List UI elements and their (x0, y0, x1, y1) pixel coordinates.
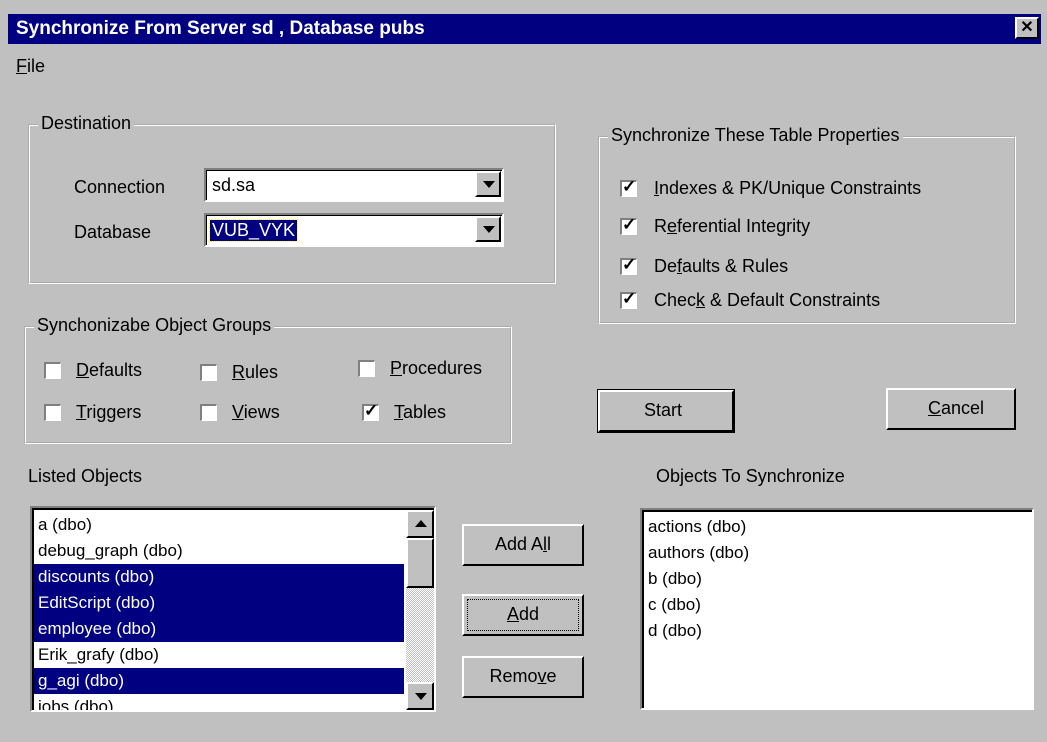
remove-button[interactable]: Remove (462, 656, 584, 698)
connection-combo[interactable]: sd.sa (204, 168, 504, 202)
list-item[interactable]: debug_graph (dbo) (34, 538, 404, 564)
close-button[interactable]: ✕ (1015, 17, 1039, 39)
list-item[interactable]: Erik_grafy (dbo) (34, 642, 404, 668)
list-item[interactable]: actions (dbo) (644, 514, 1032, 540)
list-item[interactable]: d (dbo) (644, 618, 1032, 644)
window-title: Synchronize From Server sd , Database pu… (16, 18, 425, 39)
chevron-down-icon (483, 181, 495, 188)
arrow-down-icon (415, 693, 427, 700)
table-properties-group: Synchronize These Table Properties ✓ Ind… (598, 125, 1016, 324)
add-all-button[interactable]: Add All (462, 524, 584, 566)
scroll-thumb[interactable] (406, 538, 434, 588)
list-item[interactable]: EditScript (dbo) (34, 590, 404, 616)
connection-value: sd.sa (212, 175, 256, 195)
group-rules-checkbox[interactable] (200, 364, 217, 381)
object-groups-label: Synchonizabe Object Groups (34, 315, 275, 336)
prop-indexes-checkbox[interactable]: ✓ (620, 177, 637, 197)
list-item[interactable]: a (dbo) (34, 512, 404, 538)
menu-bar: File (16, 56, 45, 82)
destination-label: Destination (38, 113, 135, 134)
listed-objects-listbox[interactable]: a (dbo) debug_graph (dbo) discounts (dbo… (30, 506, 436, 712)
check-icon: ✓ (622, 215, 637, 234)
arrow-up-icon (415, 520, 427, 527)
objects-to-sync-label: Objects To Synchronize (656, 466, 845, 486)
list-item[interactable]: discounts (dbo) (34, 564, 404, 590)
scroll-down-button[interactable] (406, 682, 434, 710)
sync-dialog: Synchronize From Server sd , Database pu… (0, 0, 1047, 742)
group-defaults-checkbox[interactable] (44, 362, 61, 379)
objects-to-sync-listbox[interactable]: actions (dbo) authors (dbo) b (dbo) c (d… (640, 508, 1034, 710)
chevron-down-icon (483, 226, 495, 233)
check-icon: ✓ (622, 289, 637, 308)
connection-label: Connection (74, 177, 166, 197)
prop-referential-checkbox[interactable]: ✓ (620, 215, 637, 235)
listed-objects-scrollbar[interactable] (406, 510, 434, 710)
destination-group: Destination Connection sd.sa Database VU… (28, 113, 556, 284)
database-dropdown-button[interactable] (475, 216, 501, 242)
check-icon: ✓ (364, 401, 379, 420)
check-icon: ✓ (622, 177, 637, 196)
start-button[interactable]: Start (597, 389, 735, 433)
group-views-checkbox[interactable] (200, 404, 217, 421)
check-icon: ✓ (622, 255, 637, 274)
add-button[interactable]: Add (462, 594, 584, 636)
title-bar[interactable]: Synchronize From Server sd , Database pu… (8, 14, 1041, 44)
database-combo[interactable]: VUB_VYK (204, 213, 504, 247)
list-item[interactable]: g_agi (dbo) (34, 668, 404, 694)
connection-dropdown-button[interactable] (475, 171, 501, 197)
cancel-button[interactable]: Cancel (886, 388, 1016, 430)
list-item[interactable]: c (dbo) (644, 592, 1032, 618)
prop-check-constraints-checkbox[interactable]: ✓ (620, 289, 637, 309)
group-tables-checkbox[interactable]: ✓ (362, 401, 379, 421)
menu-file[interactable]: File (16, 56, 45, 76)
database-value: VUB_VYK (208, 219, 299, 242)
object-groups-group: Synchonizabe Object Groups Defaults Rule… (24, 315, 512, 444)
prop-defaults-rules-checkbox[interactable]: ✓ (620, 255, 637, 275)
database-label: Database (74, 222, 152, 242)
close-icon: ✕ (1020, 19, 1034, 36)
group-triggers-checkbox[interactable] (44, 404, 61, 421)
list-item[interactable]: jobs (dbo) (34, 694, 404, 710)
list-item[interactable]: employee (dbo) (34, 616, 404, 642)
scroll-up-button[interactable] (406, 510, 434, 538)
listed-objects-label: Listed Objects (28, 466, 143, 486)
group-procedures-checkbox[interactable] (358, 360, 375, 377)
list-item[interactable]: b (dbo) (644, 566, 1032, 592)
list-item[interactable]: authors (dbo) (644, 540, 1032, 566)
table-properties-label: Synchronize These Table Properties (608, 125, 903, 146)
